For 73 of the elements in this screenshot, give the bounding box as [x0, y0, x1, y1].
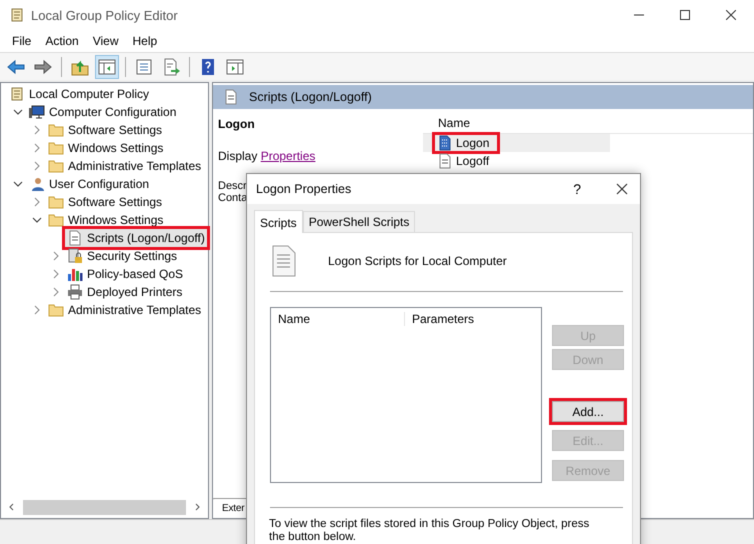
tree-item[interactable]: Software Settings	[46, 193, 164, 211]
chevron-right-icon[interactable]	[51, 251, 61, 261]
properties-link[interactable]: Properties	[260, 149, 316, 163]
script-icon	[437, 153, 453, 169]
menu-item[interactable]: File	[5, 34, 38, 48]
folder-icon	[48, 158, 64, 174]
tree-item[interactable]: Local Computer Policy	[7, 85, 152, 103]
tree-item[interactable]: Windows Settings	[46, 139, 166, 157]
menu-item[interactable]: Action	[38, 34, 86, 48]
close-icon[interactable]	[726, 10, 736, 20]
contains-label: Conta	[218, 192, 248, 204]
display-label: Display	[218, 149, 258, 163]
tree-item[interactable]: Policy-based QoS	[65, 265, 186, 283]
tree-item[interactable]: Deployed Printers	[65, 283, 184, 301]
user-icon	[29, 176, 45, 192]
item-title: Logon	[218, 117, 256, 131]
bar-chart-icon	[67, 266, 83, 282]
chevron-down-icon[interactable]	[32, 215, 42, 225]
pane-title: Scripts (Logon/Logoff)	[249, 90, 372, 104]
chevron-down-icon[interactable]	[13, 107, 23, 117]
chevron-right-icon[interactable]	[32, 161, 42, 171]
folder-icon	[48, 122, 64, 138]
script-icon	[223, 89, 239, 105]
menu-item[interactable]: Help	[126, 34, 164, 48]
scroll-icon	[9, 86, 25, 102]
scrollbar-thumb[interactable]	[23, 500, 186, 514]
list-item[interactable]: Logon	[435, 135, 498, 151]
lock-icon	[67, 248, 83, 264]
chevron-right-icon[interactable]	[32, 125, 42, 135]
chevron-right-icon[interactable]	[32, 305, 42, 315]
note-text: To view the script files stored in this Group Policy Object, press the button below.	[268, 517, 590, 544]
dialog-heading: Logon Scripts for Local Computer	[328, 254, 507, 268]
description-label: Descr	[218, 180, 247, 192]
tree-item[interactable]: Computer Configuration	[27, 103, 178, 121]
tab[interactable]: PowerShell Scripts	[302, 211, 416, 232]
dialog-button[interactable]: Add...	[552, 401, 624, 422]
chevron-right-icon[interactable]	[32, 197, 42, 207]
tree-item[interactable]: User Configuration	[27, 175, 152, 193]
script-icon	[67, 230, 83, 246]
tree-item[interactable]: Administrative Templates	[46, 157, 204, 175]
tree-item[interactable]: Scripts (Logon/Logoff)	[65, 229, 207, 247]
folder-icon	[48, 194, 64, 210]
scripts-list[interactable]: Name Parameters	[270, 307, 542, 483]
list-row[interactable]: Logon	[423, 134, 610, 152]
menu-item[interactable]: View	[86, 34, 126, 48]
chevron-right-icon[interactable]	[32, 143, 42, 153]
chevron-right-icon[interactable]	[51, 287, 61, 297]
folder-icon	[48, 302, 64, 318]
chevron-right-icon[interactable]	[51, 269, 61, 279]
chevron-down-icon[interactable]	[13, 179, 23, 189]
printer-icon	[67, 284, 83, 300]
column-header[interactable]: Parameters	[405, 312, 474, 326]
close-icon[interactable]	[616, 183, 628, 195]
tab[interactable]: Scripts	[254, 210, 303, 233]
list-row[interactable]: Logoff	[423, 152, 610, 170]
help-icon	[199, 58, 217, 76]
tree-item[interactable]: Windows Settings	[46, 211, 166, 229]
script-icon	[437, 135, 453, 151]
dialog-title: Logon Properties	[256, 182, 352, 196]
app-icon	[9, 7, 25, 23]
tree-item[interactable]: Software Settings	[46, 121, 164, 139]
window-title: Local Group Policy Editor	[31, 8, 178, 22]
tree-item[interactable]: Administrative Templates	[46, 301, 204, 319]
computer-icon	[29, 104, 45, 120]
maximize-icon[interactable]	[680, 10, 690, 20]
tree-item[interactable]: Security Settings	[65, 247, 180, 265]
list-item[interactable]: Logoff	[435, 153, 498, 169]
script-file-icon	[272, 245, 296, 277]
folder-icon	[48, 140, 64, 156]
column-header[interactable]: Name	[271, 312, 405, 326]
toolbar-button[interactable]	[95, 54, 119, 78]
help-button[interactable]: ?	[573, 181, 581, 197]
folder-icon	[48, 212, 64, 228]
